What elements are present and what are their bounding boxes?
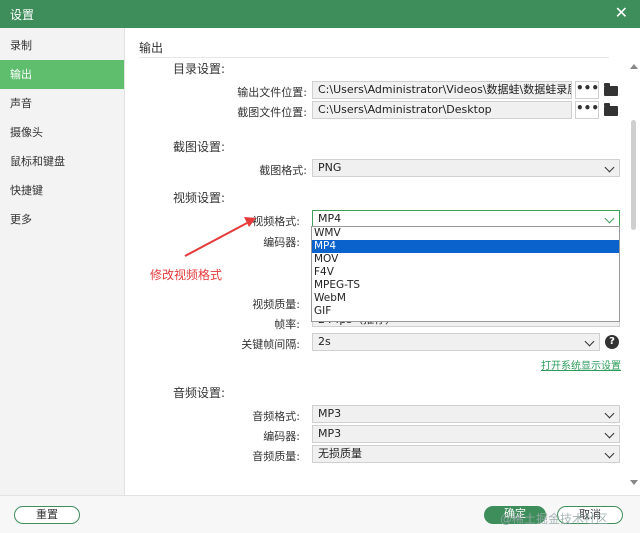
audio-encoder-select[interactable]: MP3 [312, 425, 620, 443]
scroll-thumb[interactable] [631, 120, 636, 230]
format-option-mpeg-ts[interactable]: MPEG-TS [312, 279, 619, 292]
open-display-settings-link[interactable]: 打开系统显示设置 [541, 357, 621, 372]
keyframe-interval-label: 关键帧间隔: [241, 338, 300, 351]
format-option-gif[interactable]: GIF [312, 305, 619, 318]
audio-quality-value: 无损质量 [318, 447, 362, 460]
keyframe-interval-select[interactable]: 2s [312, 333, 600, 351]
annotation-text: 修改视频格式 [150, 268, 223, 282]
scrollbar[interactable] [627, 28, 640, 495]
audio-quality-select[interactable]: 无损质量 [312, 445, 620, 463]
audio-encoder-value: MP3 [318, 427, 342, 440]
scroll-up-icon[interactable] [630, 64, 638, 69]
format-option-f4v[interactable]: F4V [312, 266, 619, 279]
scroll-down-icon[interactable] [630, 480, 638, 485]
reset-button[interactable]: 重置 [14, 506, 80, 524]
audio-format-select[interactable]: MP3 [312, 405, 620, 423]
audio-encoder-label: 编码器: [263, 430, 300, 443]
video-quality-label: 视频质量: [252, 298, 300, 311]
help-icon[interactable]: ? [605, 335, 619, 349]
video-format-dropdown[interactable]: WMV MP4 MOV F4V MPEG-TS WebM GIF [311, 226, 620, 322]
chevron-down-icon [604, 448, 615, 459]
watermark: @稀土掘金技术社区 [500, 512, 609, 526]
fps-label: 帧率: [274, 318, 300, 331]
format-option-wmv[interactable]: WMV [312, 227, 619, 240]
keyframe-interval-value: 2s [318, 335, 331, 348]
chevron-down-icon [604, 408, 615, 419]
chevron-down-icon [604, 428, 615, 439]
format-option-mov[interactable]: MOV [312, 253, 619, 266]
format-option-webm[interactable]: WebM [312, 292, 619, 305]
audio-quality-label: 音频质量: [252, 450, 300, 463]
audio-format-label: 音频格式: [252, 410, 300, 423]
format-option-mp4[interactable]: MP4 [312, 240, 619, 253]
audio-format-value: MP3 [318, 407, 342, 420]
chevron-down-icon [584, 336, 595, 347]
audio-settings-title: 音频设置: [173, 386, 226, 400]
